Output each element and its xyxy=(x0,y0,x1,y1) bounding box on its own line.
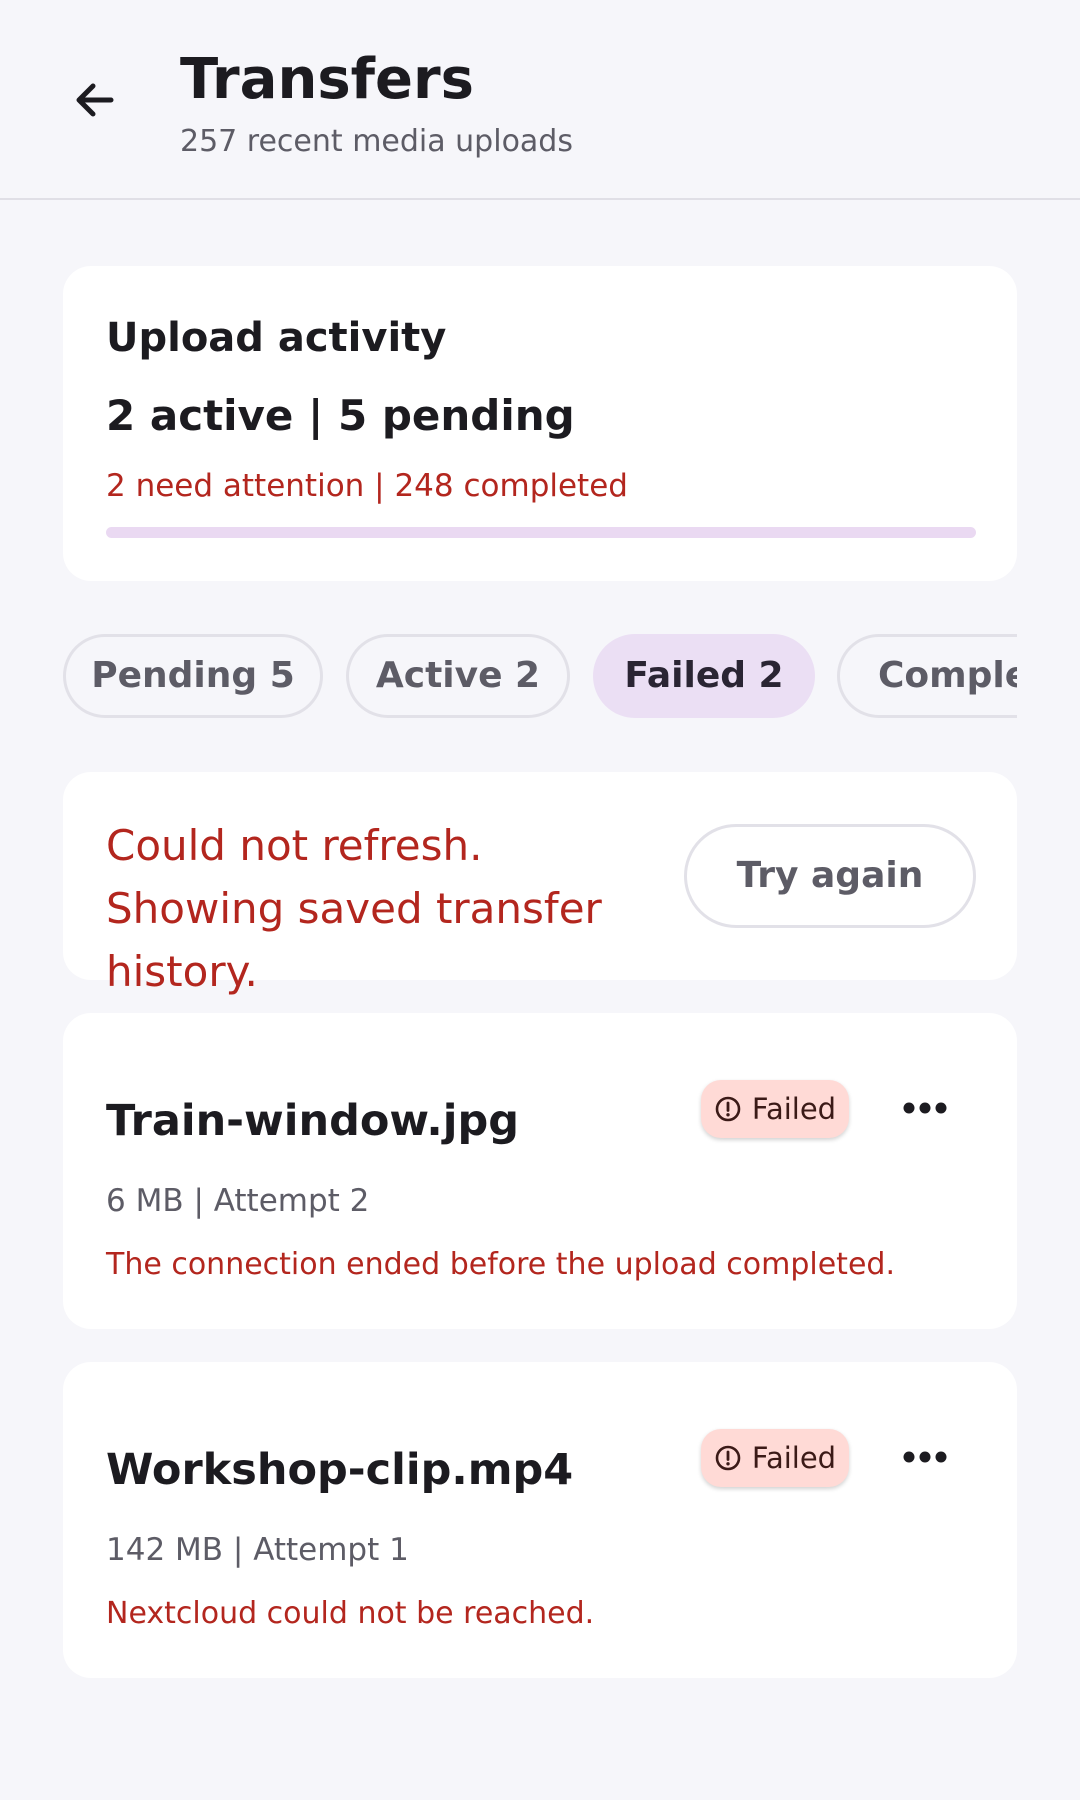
more-options-button[interactable] xyxy=(890,1422,960,1492)
chip-pending[interactable]: Pending 5 xyxy=(63,634,323,718)
transfer-item[interactable]: Train-window.jpg Failed 6 MB | Attempt 2… xyxy=(63,1013,1017,1329)
alert-circle-icon xyxy=(715,1096,741,1122)
status-label: Failed xyxy=(751,1441,837,1475)
status-label: Failed xyxy=(751,1092,837,1126)
upload-progress-bar xyxy=(106,527,976,538)
page-subtitle: 257 recent media uploads xyxy=(180,124,573,159)
page-title: Transfers xyxy=(180,47,474,112)
summary-alert: 2 need attention | 248 completed xyxy=(106,468,628,504)
refresh-error-message: Could not refresh. Showing saved transfe… xyxy=(106,821,602,996)
chip-active[interactable]: Active 2 xyxy=(346,634,570,718)
chip-completed[interactable]: Completed 248 xyxy=(837,634,1017,718)
filter-chip-row: Pending 5 Active 2 Failed 2 Completed 24… xyxy=(63,634,1017,718)
back-button[interactable] xyxy=(60,62,130,138)
try-again-button[interactable]: Try again xyxy=(684,824,976,928)
app-header: Transfers 257 recent media uploads xyxy=(0,0,1080,200)
file-error: The connection ended before the upload c… xyxy=(106,1247,895,1282)
file-meta: 6 MB | Attempt 2 xyxy=(106,1183,370,1219)
status-badge: Failed xyxy=(701,1080,849,1138)
file-name: Workshop-clip.mp4 xyxy=(106,1445,574,1495)
alert-circle-icon xyxy=(715,1445,741,1471)
summary-counts: 2 active | 5 pending xyxy=(106,391,575,440)
status-badge: Failed xyxy=(701,1429,849,1487)
transfer-item[interactable]: Workshop-clip.mp4 Failed 142 MB | Attemp… xyxy=(63,1362,1017,1678)
chip-failed[interactable]: Failed 2 xyxy=(593,634,815,718)
file-name: Train-window.jpg xyxy=(106,1096,520,1146)
arrow-left-icon xyxy=(76,83,114,117)
summary-label: Upload activity xyxy=(106,315,447,361)
file-error: Nextcloud could not be reached. xyxy=(106,1596,595,1631)
more-horizontal-icon xyxy=(903,1451,947,1463)
refresh-error-card: Could not refresh. Showing saved transfe… xyxy=(63,772,1017,996)
more-horizontal-icon xyxy=(903,1102,947,1114)
more-options-button[interactable] xyxy=(890,1073,960,1143)
upload-activity-card: Upload activity 2 active | 5 pending 2 n… xyxy=(63,266,1017,581)
file-meta: 142 MB | Attempt 1 xyxy=(106,1532,409,1568)
